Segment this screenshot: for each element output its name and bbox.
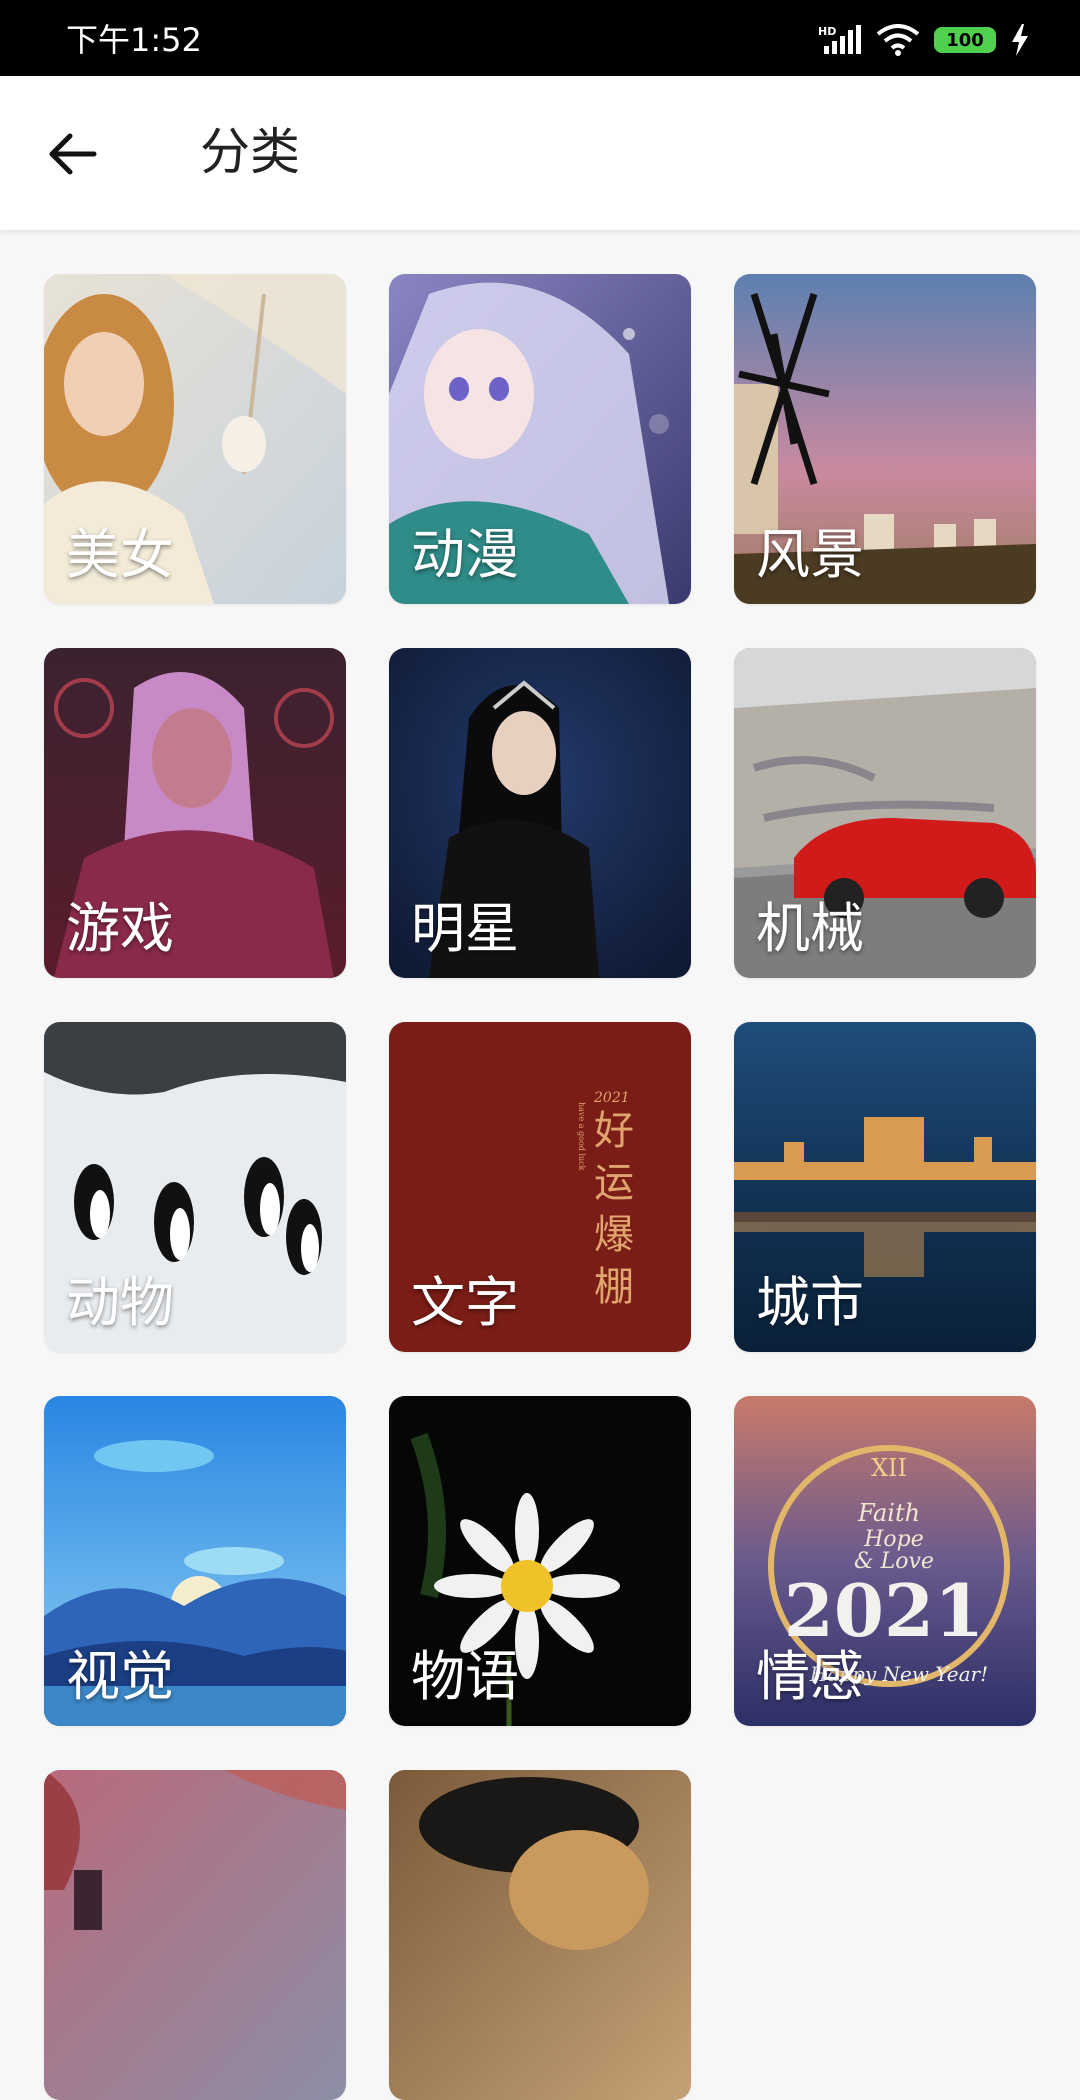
category-card-visual[interactable]: 视觉 xyxy=(44,1396,346,1726)
category-card-text[interactable]: 2021 好 运 爆 棚 have a good luck 文字 xyxy=(389,1022,691,1352)
category-card-14[interactable] xyxy=(389,1770,691,2100)
category-label: 情感 xyxy=(756,1645,864,1708)
category-label: 视觉 xyxy=(66,1645,174,1708)
category-card-machinery[interactable]: 机械 xyxy=(734,648,1036,978)
category-card-animals[interactable]: 动物 xyxy=(44,1022,346,1352)
category-label: 明星 xyxy=(411,897,519,960)
svg-text:好: 好 xyxy=(594,1108,634,1154)
category-card-anime[interactable]: 动漫 xyxy=(389,274,691,604)
category-label: 文字 xyxy=(411,1271,519,1334)
svg-text:have a good luck: have a good luck xyxy=(577,1102,586,1171)
card-13-thumbnail xyxy=(44,1770,346,2100)
category-grid: 美女 动漫 风景 游戏 明星 机械 动物 2021 好 运 爆 棚 have a… xyxy=(0,230,1080,2100)
category-card-games[interactable]: 游戏 xyxy=(44,648,346,978)
category-label: 动漫 xyxy=(411,523,519,586)
wifi-icon xyxy=(876,24,920,56)
svg-text:Faith: Faith xyxy=(857,1499,920,1527)
category-card-story[interactable]: 物语 xyxy=(389,1396,691,1726)
category-label: 风景 xyxy=(756,523,864,586)
category-label: 美女 xyxy=(66,523,174,586)
category-label: 城市 xyxy=(756,1271,864,1334)
arrow-left-icon xyxy=(49,133,97,175)
category-label: 游戏 xyxy=(66,897,174,960)
category-card-13[interactable] xyxy=(44,1770,346,2100)
svg-text:2021: 2021 xyxy=(593,1090,630,1106)
category-label: 物语 xyxy=(411,1645,519,1708)
category-label: 动物 xyxy=(66,1271,174,1334)
svg-text:HD: HD xyxy=(818,25,836,38)
back-button[interactable] xyxy=(44,126,104,182)
battery-icon: 100 xyxy=(934,27,996,53)
charging-bolt-icon xyxy=(1012,24,1028,56)
category-card-scenery[interactable]: 风景 xyxy=(734,274,1036,604)
battery-level: 100 xyxy=(946,29,984,51)
category-card-stars[interactable]: 明星 xyxy=(389,648,691,978)
category-card-city[interactable]: 城市 xyxy=(734,1022,1036,1352)
app-bar: 分类 xyxy=(0,76,1080,230)
page-title: 分类 xyxy=(200,123,300,181)
category-card-emotion[interactable]: XII Faith Hope & Love 2021 Happy New Yea… xyxy=(734,1396,1036,1726)
svg-text:棚: 棚 xyxy=(594,1264,634,1310)
category-card-beauty[interactable]: 美女 xyxy=(44,274,346,604)
svg-text:运: 运 xyxy=(594,1160,634,1206)
status-icons: HD 100 xyxy=(818,22,1030,58)
svg-text:XII: XII xyxy=(871,1454,907,1482)
svg-text:2021: 2021 xyxy=(784,1568,984,1653)
hd-signal-icon: HD xyxy=(818,25,861,54)
category-label: 机械 xyxy=(756,897,864,960)
card-14-thumbnail xyxy=(389,1770,691,2100)
svg-text:爆: 爆 xyxy=(594,1212,634,1258)
status-bar: 下午1:52 HD 100 xyxy=(0,0,1080,76)
status-time: 下午1:52 xyxy=(66,21,202,59)
